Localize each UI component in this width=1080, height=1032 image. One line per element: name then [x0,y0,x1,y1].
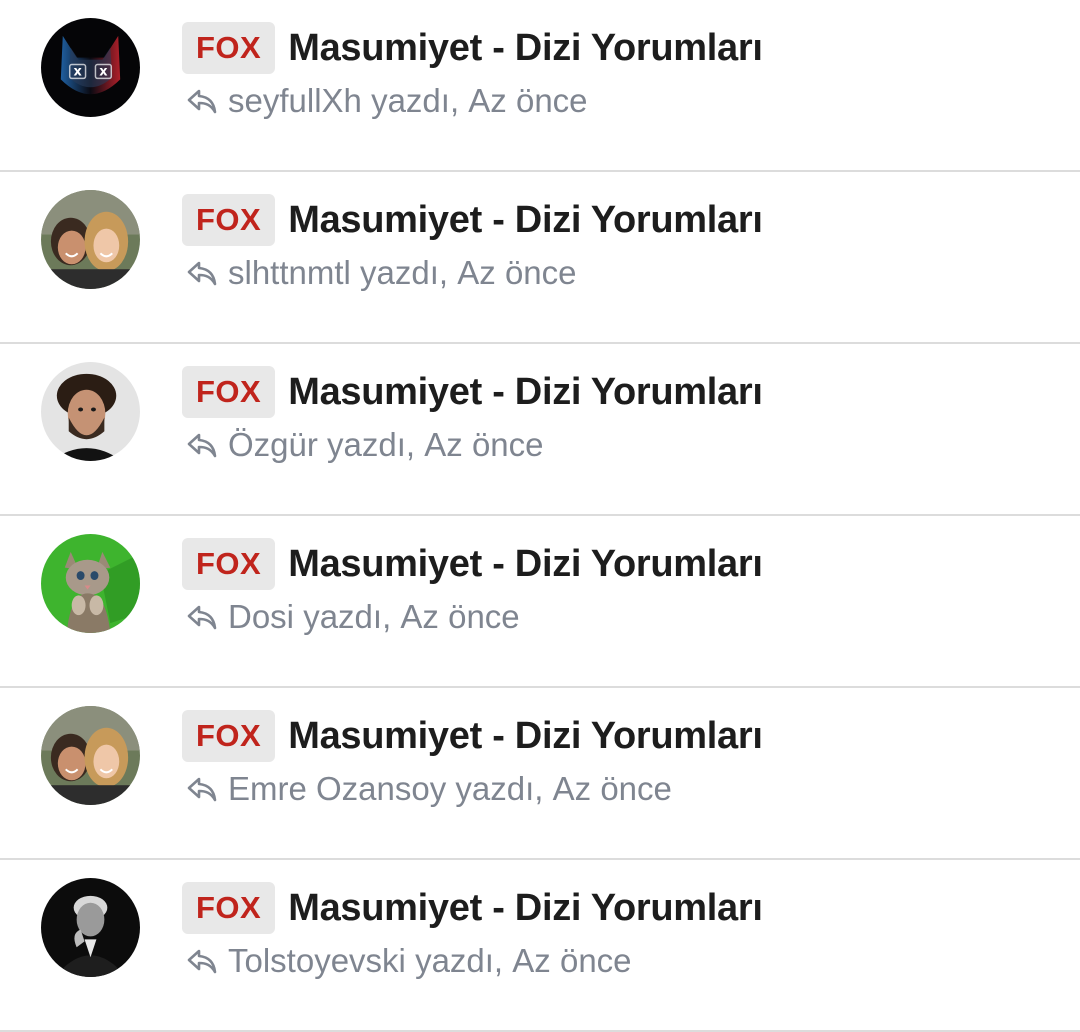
reply-icon [186,431,218,459]
thread-title[interactable]: Masumiyet - Dizi Yorumları [288,27,763,70]
timestamp: Az önce [424,426,544,463]
reply-icon [186,603,218,631]
thread-title[interactable]: Masumiyet - Dizi Yorumları [288,887,763,930]
couple-selfie-avatar[interactable] [41,190,140,289]
thread-row[interactable]: FOX Masumiyet - Dizi Yorumları Tolstoyev… [0,860,1080,1032]
thread-row[interactable]: FOX Masumiyet - Dizi Yorumları Emre Ozan… [0,688,1080,860]
kitten-green-avatar[interactable] [41,534,140,633]
thread-title-line[interactable]: FOX Masumiyet - Dizi Yorumları [182,882,763,934]
reply-icon [186,947,218,975]
reply-icon [186,259,218,287]
thread-title[interactable]: Masumiyet - Dizi Yorumları [288,199,763,242]
prefix-badge[interactable]: FOX [182,710,276,762]
prefix-badge[interactable]: FOX [182,22,276,74]
prefix-badge[interactable]: FOX [182,366,276,418]
timestamp: Az önce [552,770,672,807]
thread-list: x x FOX Masumiyet - Dizi Yorumları seyfu… [0,0,1080,1032]
cat-xx-eyes-avatar[interactable]: x x [41,18,140,117]
action-text: yazdı, [360,254,449,291]
thread-row[interactable]: FOX Masumiyet - Dizi Yorumları slhttnmtl… [0,172,1080,344]
couple-selfie-avatar[interactable] [41,706,140,805]
thread-meta: Dosi yazdı, Az önce [186,594,520,640]
action-text: yazdı, [415,942,504,979]
thread-title-line[interactable]: FOX Masumiyet - Dizi Yorumları [182,366,763,418]
thread-row[interactable]: FOX Masumiyet - Dizi Yorumları Dosi yazd… [0,516,1080,688]
reply-icon [186,87,218,115]
old-man-bw-avatar[interactable] [41,878,140,977]
thread-meta: Özgür yazdı, Az önce [186,422,544,468]
action-text: yazdı, [371,82,460,119]
author-name[interactable]: Tolstoyevski [228,942,406,980]
author-name[interactable]: slhttnmtl [228,254,351,292]
action-text: yazdı, [455,770,544,807]
thread-meta: seyfullXh yazdı, Az önce [186,78,588,124]
thread-row[interactable]: FOX Masumiyet - Dizi Yorumları Özgür yaz… [0,344,1080,516]
action-text: yazdı, [327,426,416,463]
thread-meta: slhttnmtl yazdı, Az önce [186,250,577,296]
timestamp: Az önce [457,254,577,291]
prefix-badge[interactable]: FOX [182,194,276,246]
reply-icon [186,775,218,803]
bearded-man-avatar[interactable] [41,362,140,461]
svg-text:x: x [99,64,108,79]
author-name[interactable]: Özgür [228,426,318,464]
thread-title-line[interactable]: FOX Masumiyet - Dizi Yorumları [182,538,763,590]
action-text: yazdı, [303,598,392,635]
thread-title-line[interactable]: FOX Masumiyet - Dizi Yorumları [182,22,763,74]
thread-title-line[interactable]: FOX Masumiyet - Dizi Yorumları [182,710,763,762]
thread-title-line[interactable]: FOX Masumiyet - Dizi Yorumları [182,194,763,246]
timestamp: Az önce [512,942,632,979]
svg-text:x: x [73,64,82,79]
timestamp: Az önce [400,598,520,635]
thread-meta: Emre Ozansoy yazdı, Az önce [186,766,672,812]
prefix-badge[interactable]: FOX [182,882,276,934]
author-name[interactable]: Emre Ozansoy [228,770,446,808]
prefix-badge[interactable]: FOX [182,538,276,590]
thread-title[interactable]: Masumiyet - Dizi Yorumları [288,371,763,414]
author-name[interactable]: Dosi [228,598,294,636]
timestamp: Az önce [468,82,588,119]
thread-row[interactable]: x x FOX Masumiyet - Dizi Yorumları seyfu… [0,0,1080,172]
author-name[interactable]: seyfullXh [228,82,362,120]
thread-title[interactable]: Masumiyet - Dizi Yorumları [288,543,763,586]
thread-title[interactable]: Masumiyet - Dizi Yorumları [288,715,763,758]
thread-meta: Tolstoyevski yazdı, Az önce [186,938,632,984]
